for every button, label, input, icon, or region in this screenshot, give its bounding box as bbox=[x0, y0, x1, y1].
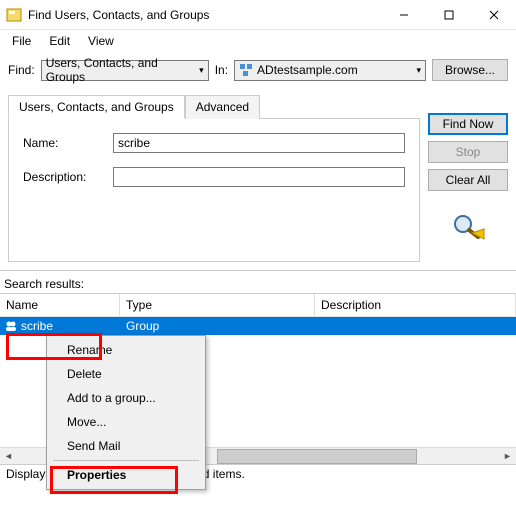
search-criteria-panel: Name: Description: bbox=[8, 118, 420, 262]
find-type-value: Users, Contacts, and Groups bbox=[46, 56, 195, 84]
results-grid: Name Type Description scribe Group Renam… bbox=[0, 293, 516, 464]
scroll-thumb[interactable] bbox=[217, 449, 417, 464]
column-header-type[interactable]: Type bbox=[120, 294, 315, 316]
find-now-button[interactable]: Find Now bbox=[428, 113, 508, 135]
result-type: Group bbox=[120, 319, 315, 333]
ctx-add-to-group[interactable]: Add to a group... bbox=[49, 386, 203, 410]
clear-all-label: Clear All bbox=[446, 173, 491, 187]
minimize-button[interactable] bbox=[381, 0, 426, 29]
ctx-rename[interactable]: Rename bbox=[49, 338, 203, 362]
ctx-properties[interactable]: Properties bbox=[49, 463, 203, 487]
menu-edit[interactable]: Edit bbox=[41, 32, 78, 50]
search-results-label: Search results: bbox=[0, 271, 516, 293]
tab-advanced[interactable]: Advanced bbox=[185, 95, 260, 119]
stop-label: Stop bbox=[456, 145, 481, 159]
name-label: Name: bbox=[23, 136, 103, 150]
clear-all-button[interactable]: Clear All bbox=[428, 169, 508, 191]
column-header-description[interactable]: Description bbox=[315, 294, 516, 316]
title-bar: Find Users, Contacts, and Groups bbox=[0, 0, 516, 30]
in-scope-combo[interactable]: ADtestsample.com ▾ bbox=[234, 60, 426, 81]
ctx-send-mail[interactable]: Send Mail bbox=[49, 434, 203, 458]
menu-bar: File Edit View bbox=[0, 30, 516, 51]
chevron-down-icon: ▾ bbox=[199, 65, 204, 76]
domain-icon bbox=[239, 63, 253, 77]
scroll-left-icon[interactable]: ◄ bbox=[0, 448, 17, 465]
ctx-delete[interactable]: Delete bbox=[49, 362, 203, 386]
description-input[interactable] bbox=[113, 167, 405, 187]
app-icon bbox=[6, 7, 22, 23]
close-button[interactable] bbox=[471, 0, 516, 29]
browse-label: Browse... bbox=[445, 63, 495, 77]
window-title: Find Users, Contacts, and Groups bbox=[28, 8, 381, 22]
menu-file[interactable]: File bbox=[4, 32, 39, 50]
find-label: Find: bbox=[8, 63, 35, 77]
context-menu: Rename Delete Add to a group... Move... … bbox=[46, 335, 206, 490]
find-now-label: Find Now bbox=[443, 117, 494, 131]
in-label: In: bbox=[215, 63, 228, 77]
ctx-separator bbox=[53, 460, 199, 461]
group-icon bbox=[4, 319, 18, 333]
chevron-down-icon: ▾ bbox=[416, 65, 421, 76]
maximize-button[interactable] bbox=[426, 0, 471, 29]
result-row[interactable]: scribe Group bbox=[0, 317, 516, 335]
scroll-right-icon[interactable]: ► bbox=[499, 448, 516, 465]
search-graphic-icon bbox=[428, 213, 508, 241]
stop-button[interactable]: Stop bbox=[428, 141, 508, 163]
result-name: scribe bbox=[21, 319, 53, 333]
find-type-combo[interactable]: Users, Contacts, and Groups ▾ bbox=[41, 60, 209, 81]
menu-view[interactable]: View bbox=[80, 32, 122, 50]
tab-users-contacts-groups[interactable]: Users, Contacts, and Groups bbox=[8, 95, 185, 119]
ctx-move[interactable]: Move... bbox=[49, 410, 203, 434]
browse-button[interactable]: Browse... bbox=[432, 59, 508, 81]
name-input[interactable] bbox=[113, 133, 405, 153]
in-scope-value: ADtestsample.com bbox=[257, 63, 358, 77]
description-label: Description: bbox=[23, 170, 103, 184]
column-header-name[interactable]: Name bbox=[0, 294, 120, 316]
